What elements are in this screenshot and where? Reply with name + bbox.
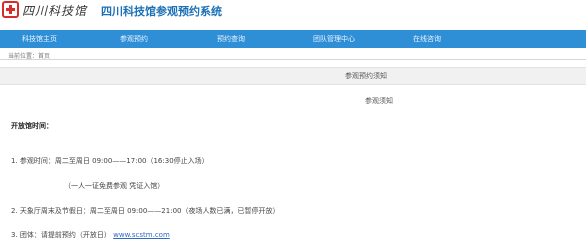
notice-line-2: （一人一证免费参观 凭证入馆） [64, 182, 165, 190]
notice-line-1: 1. 参观时间：周二至周日 09:00——17:00（16:30停止入场） [11, 157, 209, 165]
divider [0, 59, 586, 60]
nav-item-home[interactable]: 科技馆主页 [22, 30, 57, 48]
website-link[interactable]: www.scstm.com [113, 231, 170, 239]
main-nav: 科技馆主页 参观预约 预约查询 团队管理中心 在线咨询 [0, 30, 586, 48]
nav-item-consult[interactable]: 在线咨询 [413, 30, 441, 48]
nav-item-booking[interactable]: 参观预约 [120, 30, 148, 48]
nav-item-team[interactable]: 团队管理中心 [313, 30, 355, 48]
notice-line-4: 3. 团体：请提前预约（开放日） www.scstm.com [11, 230, 170, 240]
opening-hours-label: 开放馆时间： [11, 122, 53, 130]
site-title: 四川科技馆参观预约系统 [101, 5, 222, 18]
content-title-bar: 参观预约须知 [0, 67, 586, 85]
notice-line-4-text: 3. 团体：请提前预约（开放日） [11, 231, 111, 239]
logo-text: 四川科技馆 [22, 4, 88, 18]
section-subtitle: 参观须知 [365, 97, 393, 105]
header: 四川科技馆 四川科技馆参观预约系统 [0, 0, 586, 27]
nav-item-query[interactable]: 预约查询 [217, 30, 245, 48]
notice-line-3: 2. 天象厅周末及节假日：周二至周日 09:00——21:00（夜场人数已满，已… [11, 207, 280, 215]
page-title: 参观预约须知 [345, 72, 387, 80]
site-logo[interactable]: 四川科技馆 [2, 1, 94, 23]
logo-badge-icon [2, 1, 19, 18]
